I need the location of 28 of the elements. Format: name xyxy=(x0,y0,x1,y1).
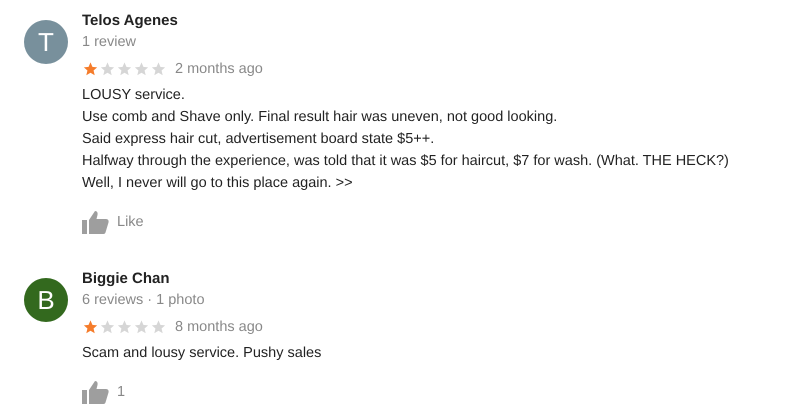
star-icon xyxy=(116,61,133,77)
review-text: Well, I never will go to this place again. >> xyxy=(82,174,354,193)
like-button[interactable]: Like xyxy=(82,210,144,234)
star-icon xyxy=(150,61,167,77)
star-icon xyxy=(99,61,116,77)
avatar: B xyxy=(24,278,68,322)
star-icon xyxy=(133,319,150,335)
star-icon xyxy=(82,319,99,335)
star-icon xyxy=(82,61,99,77)
star-icon xyxy=(116,319,133,335)
thumbs-up-icon xyxy=(82,380,109,404)
reviewer-meta: 6 reviews · 1 photo xyxy=(82,291,206,310)
review-text: Halfway through the experience, was told that it was $5 for haircut, $7 for wash. (What. THE HECK?) xyxy=(82,152,729,171)
reviewer-name: Biggie Chan xyxy=(82,269,171,289)
review-text: Said express hair cut, advertisement board state $5++. xyxy=(82,130,436,149)
review-text: Use comb and Shave only. Final result hair was uneven, not good looking. xyxy=(82,108,558,127)
review-text: LOUSY service. xyxy=(82,86,186,105)
star-icon xyxy=(150,319,167,335)
star-icon xyxy=(133,61,150,77)
review-text: Scam and lousy service. Pushy sales xyxy=(82,344,322,363)
review-time: 2 months ago xyxy=(175,61,263,77)
review-time: 8 months ago xyxy=(175,319,263,335)
reviewer-name: Telos Agenes xyxy=(82,11,179,31)
like-button[interactable]: 1 xyxy=(82,380,126,404)
avatar: T xyxy=(24,20,68,64)
reviewer-meta: 1 review xyxy=(82,33,137,52)
star-icon xyxy=(99,319,116,335)
thumbs-up-icon xyxy=(82,210,109,234)
